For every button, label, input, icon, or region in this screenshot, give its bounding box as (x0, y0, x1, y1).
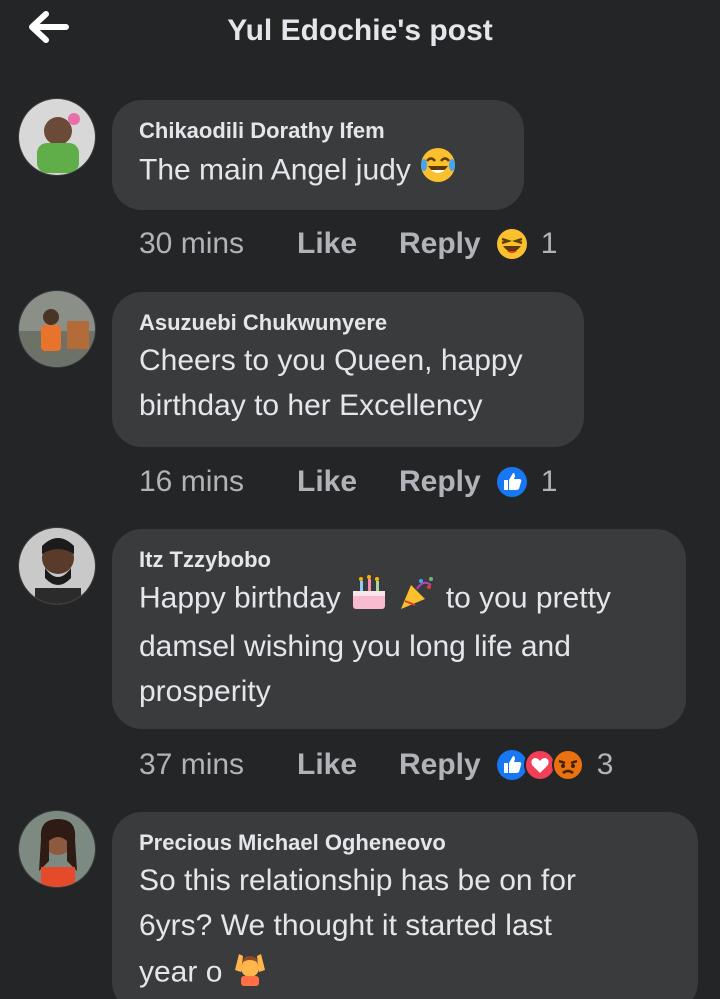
comment-line: year o (139, 955, 223, 989)
like-button[interactable]: Like (297, 227, 399, 261)
comment-author[interactable]: Chikaodili Dorathy Ifem (139, 116, 498, 146)
like-reaction-icon (495, 465, 529, 499)
comment-meta: 37 mins Like Reply 3 (139, 745, 613, 785)
reactions-summary[interactable]: 1 (495, 227, 558, 261)
avatar-image (19, 291, 95, 367)
avatar-image (19, 811, 95, 887)
comment-text: year o (139, 948, 672, 999)
comment-bubble: Chikaodili Dorathy Ifem The main Angel j… (112, 100, 524, 210)
comment-bubble: Precious Michael Ogheneovo So this relat… (112, 812, 698, 999)
comment-text: Happy birthday to you pretty (139, 575, 660, 624)
birthday-cake-emoji (349, 575, 389, 624)
comment-author[interactable]: Asuzuebi Chukwunyere (139, 308, 558, 338)
comment-author[interactable]: Itz Tzzybobo (139, 545, 660, 575)
comment-text: The main Angel judy (139, 146, 498, 197)
comment-meta: 16 mins Like Reply 1 (139, 462, 557, 502)
reply-button[interactable]: Reply (399, 227, 481, 261)
reactions-summary[interactable]: 3 (495, 748, 614, 782)
comment-line: prosperity (139, 675, 271, 708)
comment-time[interactable]: 16 mins (139, 465, 297, 499)
comment-line: 6yrs? We thought it started last (139, 909, 552, 942)
haha-reaction-icon (495, 227, 529, 261)
avatar[interactable] (18, 810, 96, 888)
avatar[interactable] (18, 98, 96, 176)
comment-line: Cheers to you Queen, happy (139, 344, 523, 377)
laughing-tears-emoji (419, 146, 457, 197)
comment-meta: 30 mins Like Reply 1 (139, 224, 557, 264)
like-button[interactable]: Like (297, 748, 399, 782)
like-button[interactable]: Like (297, 465, 399, 499)
comment-line: damsel wishing you long life and (139, 630, 571, 663)
reply-button[interactable]: Reply (399, 748, 481, 782)
page-title: Yul Edochie's post (227, 14, 493, 47)
person-raising-hands-emoji (231, 948, 269, 999)
comment-line: to you pretty (445, 581, 611, 615)
comment-line: Happy birthday (139, 581, 341, 615)
comment-time[interactable]: 37 mins (139, 748, 297, 782)
reaction-count: 3 (596, 748, 614, 781)
header-bar: Yul Edochie's post (0, 0, 720, 64)
reaction-count: 1 (540, 227, 558, 260)
comment-line: birthday to her Excellency (139, 389, 483, 422)
reaction-count: 1 (540, 465, 558, 498)
party-popper-emoji (397, 575, 437, 624)
comment-author[interactable]: Precious Michael Ogheneovo (139, 828, 672, 858)
comment-bubble: Itz Tzzybobo Happy birthday to you prett… (112, 529, 686, 729)
avatar[interactable] (18, 527, 96, 605)
avatar-image (19, 99, 95, 175)
reactions-summary[interactable]: 1 (495, 465, 558, 499)
comment-line: So this relationship has be on for (139, 864, 576, 897)
angry-reaction-icon (551, 748, 585, 782)
comment-line: The main Angel judy (139, 153, 411, 187)
reply-button[interactable]: Reply (399, 465, 481, 499)
comment-time[interactable]: 30 mins (139, 227, 297, 261)
comment-bubble: Asuzuebi Chukwunyere Cheers to you Queen… (112, 292, 584, 447)
avatar[interactable] (18, 290, 96, 368)
avatar-image (19, 528, 95, 604)
